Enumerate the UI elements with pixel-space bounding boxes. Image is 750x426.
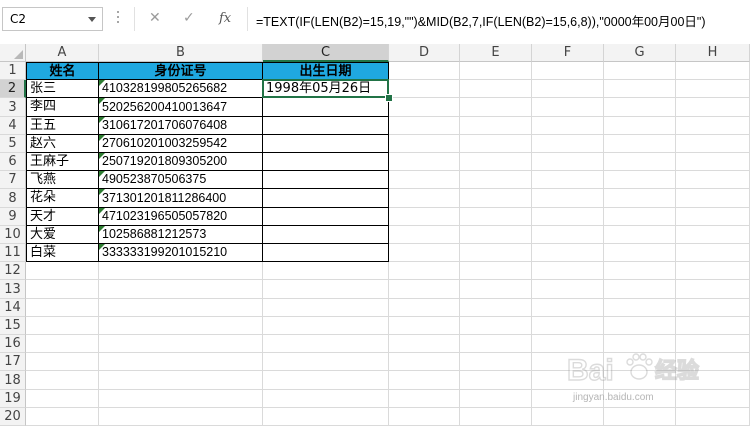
cell-id-number[interactable]: 333333199201015210 [99,244,263,262]
gridline-horizontal [26,389,750,390]
cell-id-number[interactable]: 410328199805265682 [99,80,263,98]
insert-function-icon[interactable]: fx [219,11,231,26]
error-indicator-icon[interactable] [99,208,105,214]
chevron-down-icon[interactable] [88,17,96,22]
cell-id-number[interactable]: 471023196505057820 [99,208,263,226]
cell-birth-date[interactable] [263,244,389,262]
cell-birth-date[interactable] [263,153,389,171]
gridline-horizontal [26,370,750,371]
error-indicator-icon[interactable] [99,98,105,104]
error-indicator-icon[interactable] [99,244,105,250]
spreadsheet-grid[interactable]: A B C D E F G H 1 2 3 4 5 6 7 8 9 10 11 12 13 14 15 16 17 18 19 20 姓… [0,44,750,426]
row-header-4[interactable]: 4 [0,117,26,135]
gridline-horizontal [26,334,750,335]
active-cell-selection[interactable] [262,79,389,98]
error-indicator-icon[interactable] [99,153,105,159]
row-header-11[interactable]: 11 [0,244,26,262]
formula-actions: ✕ ✓ fx [134,7,248,31]
formula-input[interactable]: =TEXT(IF(LEN(B2)=15,19,"")&MID(B2,7,IF(L… [256,11,706,30]
row-header-14[interactable]: 14 [0,299,26,317]
enter-icon[interactable]: ✓ [183,10,195,26]
cell-id-number[interactable]: 270610201003259542 [99,135,263,153]
error-indicator-icon[interactable] [99,189,105,195]
column-header-b[interactable]: B [99,44,263,62]
column-header-e[interactable]: E [460,44,532,62]
column-header-c[interactable]: C [263,44,389,62]
cell-birth-date[interactable] [263,226,389,244]
row-header-2[interactable]: 2 [0,80,26,98]
cell-birth-date[interactable] [263,135,389,153]
column-header-a[interactable]: A [26,44,99,62]
row-header-15[interactable]: 15 [0,317,26,335]
cell-name[interactable]: 赵六 [26,135,99,153]
cell-birth-date[interactable] [263,117,389,135]
cell-name[interactable]: 飞燕 [26,171,99,189]
row-header-20[interactable]: 20 [0,408,26,426]
cell-name[interactable]: 花朵 [26,189,99,208]
row-header-16[interactable]: 16 [0,335,26,353]
row-header-8[interactable]: 8 [0,189,26,208]
cell-name[interactable]: 张三 [26,80,99,98]
cell-name[interactable]: 白菜 [26,244,99,262]
gridline-horizontal [26,407,750,408]
cell-name[interactable]: 李四 [26,98,99,117]
column-header-g[interactable]: G [604,44,676,62]
row-header-9[interactable]: 9 [0,208,26,226]
cell-id-number[interactable]: 102586881212573 [99,226,263,244]
error-indicator-icon[interactable] [99,135,105,141]
row-header-5[interactable]: 5 [0,135,26,153]
error-indicator-icon[interactable] [99,171,105,177]
formula-bar: C2 ✕ ✓ fx =TEXT(IF(LEN(B2)=15,19,"")&MID… [0,0,750,40]
cell-birth-date[interactable] [263,189,389,208]
cell-name[interactable]: 王五 [26,117,99,135]
gridline-horizontal [26,279,750,280]
cell-id-number[interactable]: 371301201811286400 [99,189,263,208]
cell-id-number[interactable]: 490523870506375 [99,171,263,189]
cell-birth-date[interactable] [263,98,389,117]
row-header-6[interactable]: 6 [0,153,26,171]
header-cell-birth-date[interactable]: 出生日期 [263,62,389,80]
row-header-7[interactable]: 7 [0,171,26,189]
cell-id-number[interactable]: 310617201706076408 [99,117,263,135]
error-indicator-icon[interactable] [99,80,105,86]
column-header-h[interactable]: H [676,44,750,62]
row-header-10[interactable]: 10 [0,226,26,244]
row-header-18[interactable]: 18 [0,371,26,390]
cell-name[interactable]: 天才 [26,208,99,226]
cell-name[interactable]: 王麻子 [26,153,99,171]
select-all-corner[interactable] [0,44,26,62]
fill-handle[interactable] [385,94,393,102]
header-cell-name[interactable]: 姓名 [26,62,99,80]
row-header-19[interactable]: 19 [0,390,26,408]
row-header-13[interactable]: 13 [0,280,26,299]
row-header-12[interactable]: 12 [0,262,26,280]
gridline-horizontal [26,316,750,317]
error-indicator-icon[interactable] [99,226,105,232]
gridline-horizontal [26,352,750,353]
cell-birth-date[interactable] [263,171,389,189]
row-header-1[interactable]: 1 [0,62,26,80]
cancel-icon[interactable]: ✕ [149,10,161,26]
name-box-value: C2 [10,12,27,26]
cell-id-number[interactable]: 250719201809305200 [99,153,263,171]
cell-name[interactable]: 大爱 [26,226,99,244]
name-box[interactable]: C2 [2,7,103,31]
gridline-horizontal [26,298,750,299]
more-options-icon[interactable] [116,11,120,27]
cell-birth-date[interactable] [263,208,389,226]
column-header-f[interactable]: F [532,44,604,62]
column-header-d[interactable]: D [389,44,460,62]
row-header-3[interactable]: 3 [0,98,26,117]
row-header-17[interactable]: 17 [0,353,26,371]
cell-id-number[interactable]: 520256200410013647 [99,98,263,117]
header-cell-id-number[interactable]: 身份证号 [99,62,263,80]
error-indicator-icon[interactable] [99,117,105,123]
